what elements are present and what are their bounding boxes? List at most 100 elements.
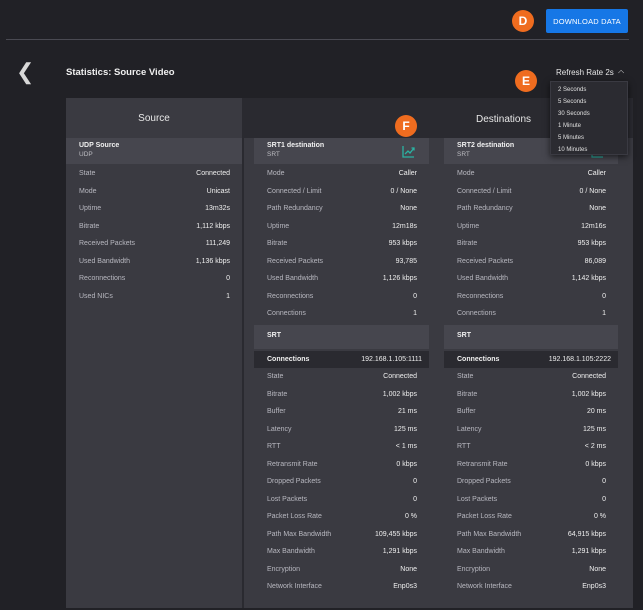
stat-value: None bbox=[589, 205, 606, 212]
callout-d: D bbox=[512, 10, 534, 32]
stat-value: 0 / None bbox=[390, 187, 417, 195]
stat-row: Connections 1 bbox=[444, 305, 618, 323]
stat-label: Connected / Limit bbox=[267, 187, 322, 195]
stat-label: Used Bandwidth bbox=[79, 257, 130, 265]
stat-value: 1,136 kbps bbox=[195, 257, 230, 265]
stat-label: Dropped Packets bbox=[457, 478, 511, 485]
back-chevron-icon[interactable]: ❮ bbox=[16, 60, 34, 84]
source-subtitle: UDP bbox=[79, 151, 93, 158]
refresh-option[interactable]: 5 Minutes bbox=[551, 132, 627, 144]
stat-value: 64,915 kbps bbox=[567, 530, 606, 538]
stat-row: Mode Unicast bbox=[66, 183, 242, 201]
statistics-panel: Source Destinations UDP Source UDP State… bbox=[66, 98, 633, 608]
refresh-option[interactable]: 5 Seconds bbox=[551, 96, 627, 108]
stat-row: Received Packets 111,249 bbox=[66, 235, 242, 253]
chart-trend-icon[interactable] bbox=[402, 145, 415, 158]
stat-value: Connected bbox=[383, 373, 417, 380]
stat-label: RTT bbox=[457, 443, 471, 450]
stat-label: Retransmit Rate bbox=[457, 460, 508, 468]
source-column-header: Source bbox=[66, 98, 242, 138]
stat-label: Mode bbox=[457, 170, 475, 177]
stat-row: Uptime 12m16s bbox=[444, 218, 618, 236]
refresh-rate-dropdown[interactable]: Refresh Rate 2s ⌵ bbox=[556, 67, 624, 78]
stat-label: Packet Loss Rate bbox=[457, 513, 512, 520]
stat-row: Buffer 21 ms bbox=[254, 403, 429, 421]
stat-row: Dropped Packets 0 bbox=[254, 473, 429, 491]
stat-row: Used Bandwidth 1,142 kbps bbox=[444, 270, 618, 288]
stat-label: Mode bbox=[79, 187, 97, 195]
stat-label: Network Interface bbox=[267, 583, 322, 590]
stat-value: 0 bbox=[602, 292, 606, 300]
stat-value: 0 % bbox=[404, 513, 417, 520]
stat-label: Used NICs bbox=[79, 292, 113, 300]
stat-label: Dropped Packets bbox=[267, 478, 321, 485]
refresh-option[interactable]: 30 Seconds bbox=[551, 108, 627, 120]
stat-value: 93,785 bbox=[395, 257, 417, 265]
stat-row: Network Interface Enp0s3 bbox=[254, 578, 429, 596]
stat-value: 0 kbps bbox=[585, 460, 606, 468]
stat-label: Bitrate bbox=[457, 390, 478, 398]
top-bar: DOWNLOAD DATA bbox=[0, 0, 643, 40]
stat-label: Received Packets bbox=[267, 257, 324, 265]
source-card-header: UDP Source UDP bbox=[66, 138, 242, 164]
stat-row: Uptime 13m32s bbox=[66, 200, 242, 218]
stat-row: Bitrate 953 kbps bbox=[444, 235, 618, 253]
stat-row: State Connected bbox=[254, 368, 429, 386]
stat-value: None bbox=[400, 205, 417, 212]
stat-value: 1 bbox=[413, 310, 417, 317]
destination-card: SRT1 destination SRT Mode Caller Connected… bbox=[254, 138, 429, 608]
stat-row: Mode Caller bbox=[444, 165, 618, 183]
stat-label: Path Redundancy bbox=[457, 205, 513, 212]
destination-card: SRT2 destination SRT Mode Caller Connected… bbox=[444, 138, 618, 608]
stat-row: Received Packets 86,089 bbox=[444, 253, 618, 271]
stat-value: 1 bbox=[602, 310, 606, 317]
stat-label: Uptime bbox=[457, 222, 480, 230]
stat-row: Received Packets 93,785 bbox=[254, 253, 429, 271]
stat-row: Reconnections 0 bbox=[254, 288, 429, 306]
stat-row: Network Interface Enp0s3 bbox=[444, 578, 618, 596]
stat-label: Mode bbox=[267, 170, 285, 177]
refresh-option[interactable]: 1 Minute bbox=[551, 120, 627, 132]
stat-label: Received Packets bbox=[457, 257, 514, 265]
stat-value: 13m32s bbox=[205, 205, 230, 212]
stat-row: Used NICs 1 bbox=[66, 288, 242, 306]
stat-row: Connected / Limit 0 / None bbox=[254, 183, 429, 201]
stat-value: Unicast bbox=[206, 187, 230, 195]
stat-label: Uptime bbox=[79, 205, 102, 212]
stat-row: Buffer 20 ms bbox=[444, 403, 618, 421]
stat-value: 192.168.1.105:2222 bbox=[548, 355, 611, 363]
refresh-option[interactable]: 2 Seconds bbox=[551, 84, 627, 96]
stat-row: Connections 1 bbox=[254, 305, 429, 323]
page-title: Statistics: Source Video bbox=[66, 67, 175, 78]
stat-row: Retransmit Rate 0 kbps bbox=[254, 456, 429, 474]
stat-label: Encryption bbox=[267, 565, 301, 573]
download-data-button[interactable]: DOWNLOAD DATA bbox=[546, 9, 628, 33]
stat-value: 1,112 kbps bbox=[196, 222, 230, 230]
stat-value: 12m18s bbox=[392, 222, 417, 230]
stat-value: 20 ms bbox=[586, 408, 606, 415]
stat-value: 1,002 kbps bbox=[571, 390, 606, 398]
stat-value: Enp0s3 bbox=[582, 583, 606, 590]
stat-value: 1 bbox=[226, 292, 230, 300]
stat-row: Bitrate 1,002 kbps bbox=[254, 386, 429, 404]
stat-value: None bbox=[400, 565, 417, 573]
header-divider bbox=[6, 39, 629, 40]
stat-row: Path Max Bandwidth 109,455 kbps bbox=[254, 526, 429, 544]
refresh-option[interactable]: 10 Minutes bbox=[551, 144, 627, 156]
stat-row: Reconnections 0 bbox=[66, 270, 242, 288]
stat-row: Path Max Bandwidth 64,915 kbps bbox=[444, 526, 618, 544]
stat-label: Connections bbox=[267, 355, 310, 363]
stat-row: Path Redundancy None bbox=[444, 200, 618, 218]
stat-label: Retransmit Rate bbox=[267, 460, 318, 468]
stat-row: Lost Packets 0 bbox=[444, 491, 618, 509]
stat-value: 0 / None bbox=[579, 187, 606, 195]
stat-row: Packet Loss Rate 0 % bbox=[444, 508, 618, 526]
stat-row: State Connected bbox=[444, 368, 618, 386]
stat-value: 1,291 kbps bbox=[382, 548, 417, 555]
stat-row: Connected / Limit 0 / None bbox=[444, 183, 618, 201]
stat-value: 125 ms bbox=[394, 425, 417, 433]
stat-row: RTT < 2 ms bbox=[444, 438, 618, 456]
stat-row: Packet Loss Rate 0 % bbox=[254, 508, 429, 526]
stat-label: Used Bandwidth bbox=[267, 275, 318, 282]
stat-value: 953 kbps bbox=[388, 240, 417, 247]
